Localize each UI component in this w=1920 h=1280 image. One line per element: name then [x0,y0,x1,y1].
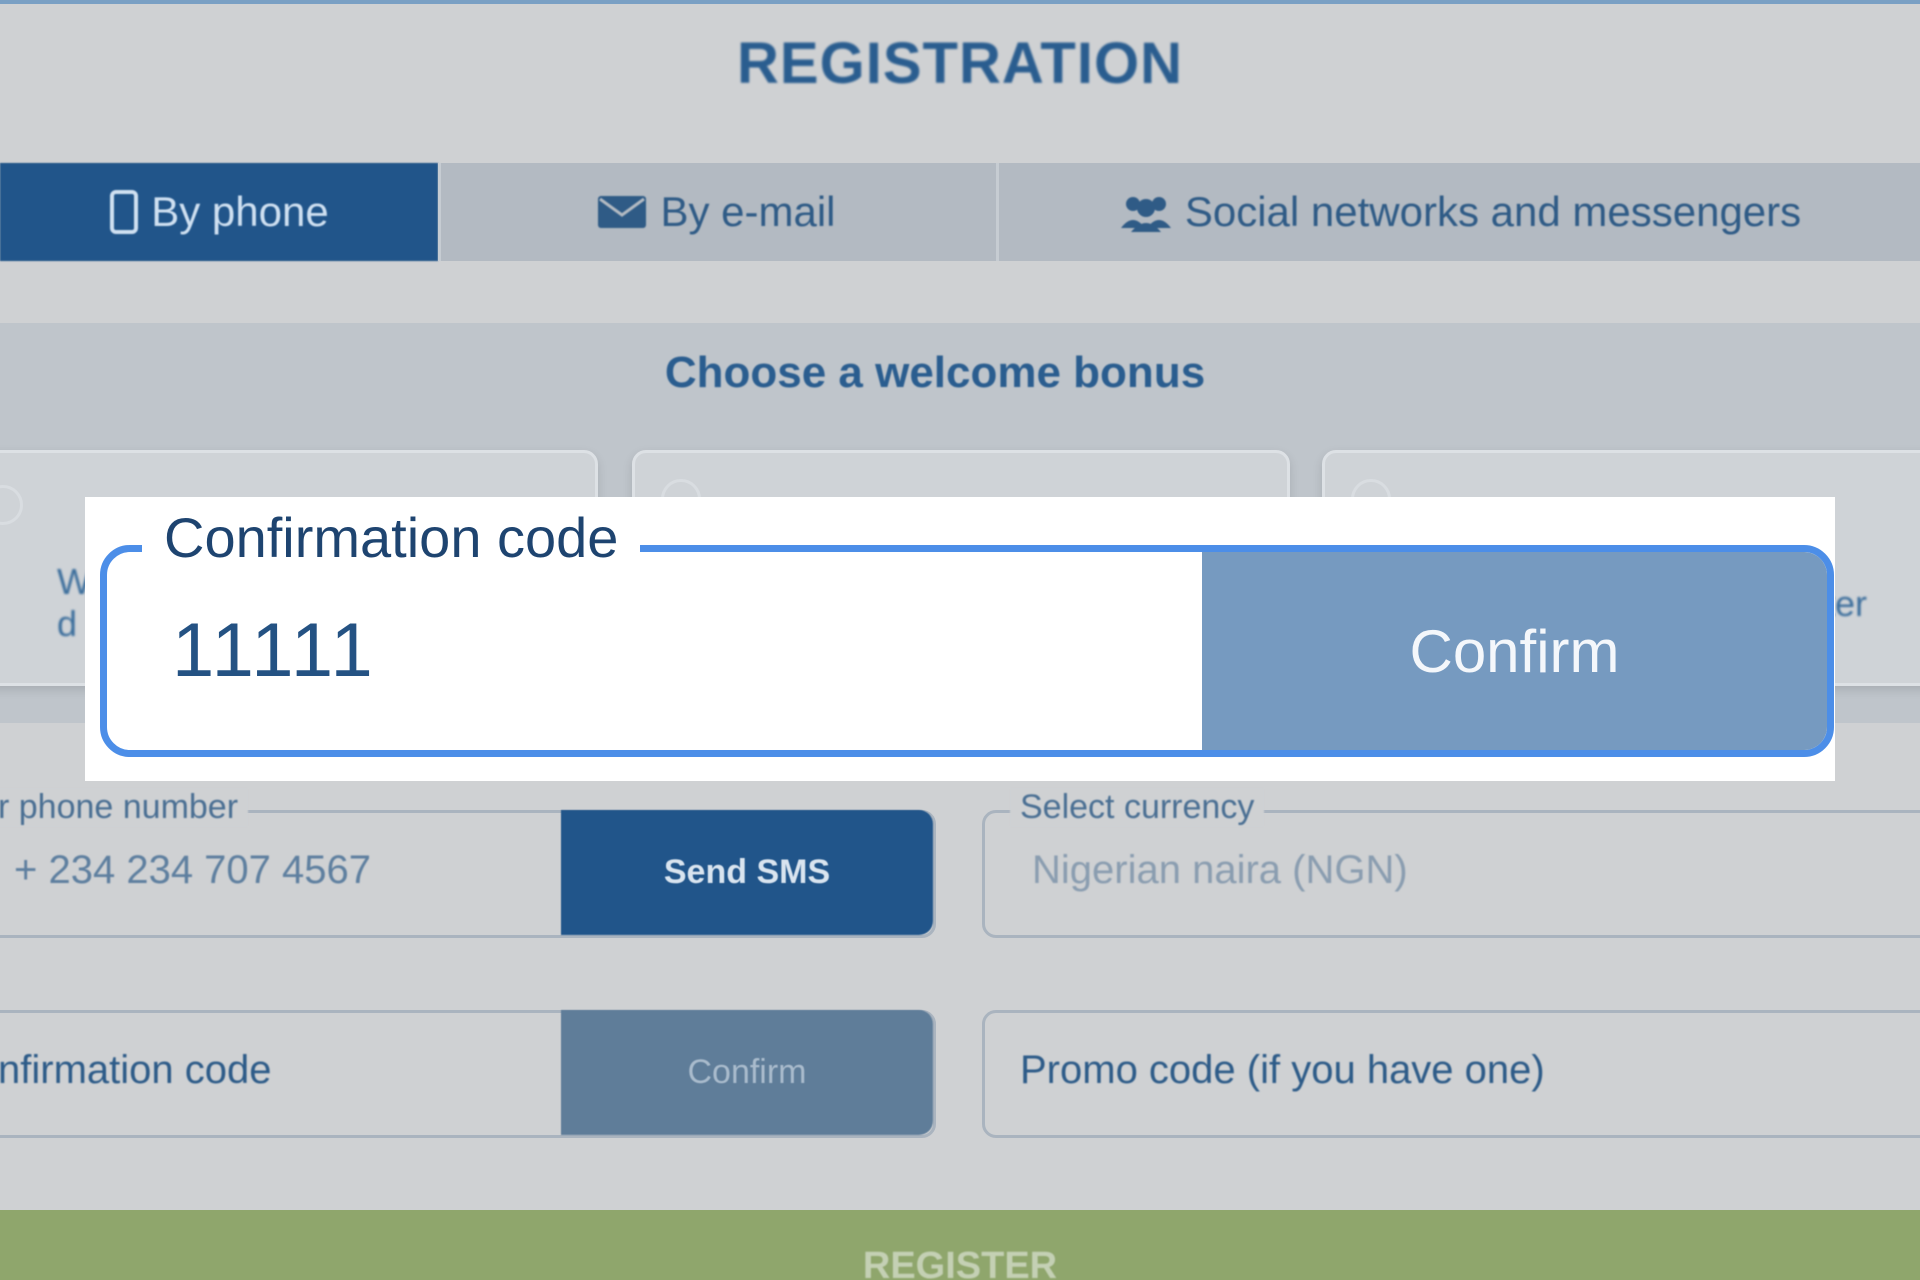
confirmation-code-input-highlighted[interactable]: 11111 Confirm [100,545,1834,757]
tab-social-networks[interactable]: Social networks and messengers [1000,163,1920,261]
tab-label: By e-mail [660,188,836,235]
tab-label: By phone [151,188,329,235]
phone-number-label: r phone number [0,788,249,827]
page-title: REGISTRATION [737,31,1183,96]
envelope-icon [596,194,648,230]
phone-number-value[interactable]: + 234 234 707 4567 [14,848,371,893]
confirmation-code-value[interactable]: 11111 [172,607,376,694]
bonus-card-text: d [57,603,78,644]
radio-button[interactable] [0,485,23,525]
welcome-bonus-title: Choose a welcome bonus [664,348,1206,397]
currency-value[interactable]: Nigerian naira (NGN) [1032,848,1408,893]
currency-label: Select currency [1010,788,1265,827]
confirmation-code-label: Confirmation code [142,505,641,570]
tab-by-email[interactable]: By e-mail [440,163,992,261]
tab-label: Social networks and messengers [1184,188,1802,235]
tab-by-phone[interactable]: By phone [0,163,438,261]
confirm-button-background[interactable]: Confirm [561,1010,933,1135]
confirm-button[interactable]: Confirm [1202,552,1827,750]
register-label: REGISTER [862,1245,1058,1280]
top-accent-line [0,0,1920,4]
users-icon [1119,192,1173,232]
confirmation-code-placeholder[interactable]: nfirmation code [0,1048,271,1093]
registration-tabs: By phone By e-mail Social networks and m… [0,163,1920,261]
register-button[interactable]: REGISTER [0,1210,1920,1280]
phone-icon [109,189,139,235]
tab-divider [996,163,999,261]
send-sms-button[interactable]: Send SMS [561,810,933,935]
promo-code-placeholder[interactable]: Promo code (if you have one) [1020,1048,1545,1093]
